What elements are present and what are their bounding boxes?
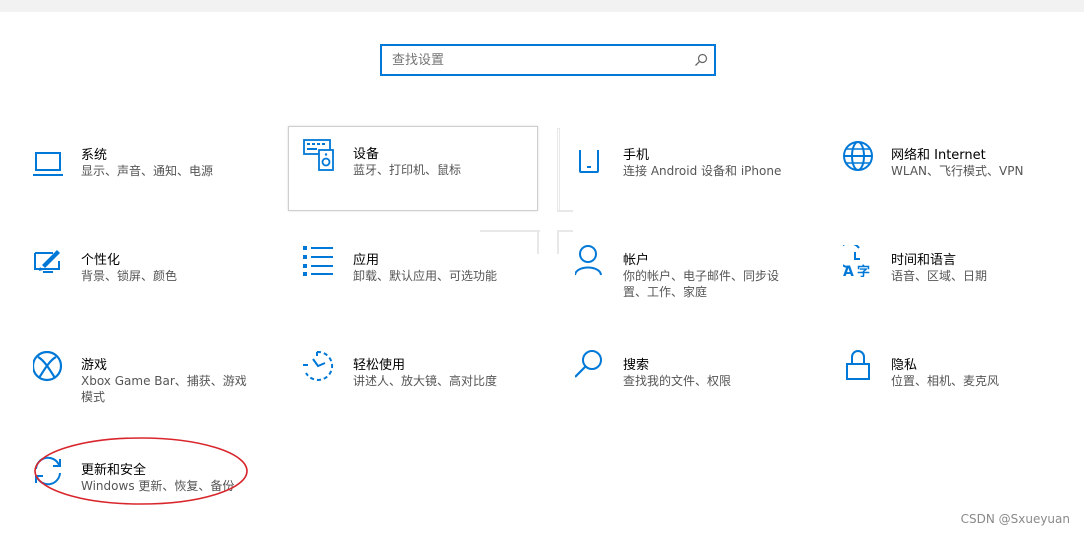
tile-description: 卸载、默认应用、可选功能 — [353, 269, 498, 283]
svg-text:A: A — [843, 264, 854, 277]
tile-description: WLAN、飞行模式、VPN — [891, 164, 1024, 178]
tile-title: 隐私 — [891, 358, 918, 373]
settings-tile-search[interactable]: 搜索 查找我的文件、权限 — [575, 350, 845, 444]
settings-tile-devices[interactable]: 设备 蓝牙、打印机、鼠标 — [288, 126, 538, 211]
svg-text:字: 字 — [857, 264, 870, 277]
keyboard-speaker-icon — [303, 139, 334, 171]
settings-tile-phone[interactable]: 手机 连接 Android 设备和 iPhone — [575, 148, 845, 234]
tile-outline-artifact — [557, 128, 560, 212]
tile-description: 蓝牙、打印机、鼠标 — [353, 163, 462, 177]
laptop-icon — [33, 152, 63, 176]
tile-outline-artifact — [537, 230, 539, 254]
tile-description: 查找我的文件、权限 — [623, 374, 732, 388]
settings-tile-system[interactable]: 系统 显示、声音、通知、电源 — [33, 148, 303, 234]
settings-tile-ease-of-access[interactable]: 轻松使用 讲述人、放大镜、高对比度 — [303, 351, 573, 444]
highlight-annotation-oval — [34, 437, 248, 505]
watermark: CSDN @Sxueyuan — [960, 512, 1070, 526]
tile-title: 时间和语言 — [891, 253, 957, 268]
xbox-icon — [33, 351, 63, 382]
paint-brush-monitor-icon — [34, 250, 60, 273]
settings-tile-time-language[interactable]: A 字 时间和语言 语音、区域、日期 — [843, 245, 1084, 339]
clock-language-icon: A 字 — [843, 245, 870, 277]
settings-tile-gaming[interactable]: 游戏 Xbox Game Bar、捕获、游戏模式 — [33, 351, 303, 444]
search-input[interactable] — [382, 46, 692, 74]
tile-title: 个性化 — [81, 253, 121, 268]
app-list-icon — [303, 246, 333, 276]
tile-description: 背景、锁屏、颜色 — [81, 269, 178, 283]
search-icon — [575, 350, 602, 378]
tile-outline-artifact — [557, 230, 559, 254]
tile-description: 讲述人、放大镜、高对比度 — [353, 374, 498, 388]
tile-description: 语音、区域、日期 — [891, 269, 988, 283]
globe-icon — [843, 141, 873, 171]
tile-outline-artifact — [557, 210, 573, 212]
tile-title: 手机 — [623, 148, 650, 163]
search-icon[interactable] — [694, 53, 708, 67]
settings-tile-accounts[interactable]: 帐户 你的帐户、电子邮件、同步设置、工作、家庭 — [575, 245, 845, 339]
tile-title: 轻松使用 — [353, 358, 406, 373]
tile-description: Xbox Game Bar、捕获、游戏模式 — [81, 374, 247, 404]
title-bar-strip — [0, 0, 1084, 12]
tile-title: 应用 — [353, 253, 380, 268]
tile-title: 帐户 — [623, 253, 650, 268]
tile-outline-artifact — [557, 230, 573, 232]
tile-description: 位置、相机、麦克风 — [891, 374, 1000, 388]
ease-of-access-icon — [303, 351, 334, 381]
lock-icon — [846, 350, 870, 380]
phone-icon — [579, 150, 599, 173]
tile-description: 显示、声音、通知、电源 — [81, 164, 214, 178]
settings-tile-privacy[interactable]: 隐私 位置、相机、麦克风 — [843, 350, 1084, 444]
settings-tile-network[interactable]: 网络和 Internet WLAN、飞行模式、VPN — [843, 141, 1084, 234]
tile-title: 设备 — [353, 147, 380, 162]
person-icon — [575, 245, 602, 276]
settings-tile-personalization[interactable]: 个性化 背景、锁屏、颜色 — [33, 250, 303, 339]
tile-description: 连接 Android 设备和 iPhone — [623, 164, 782, 178]
tile-title: 游戏 — [81, 358, 108, 373]
settings-search-box[interactable] — [380, 44, 716, 76]
tile-title: 系统 — [81, 148, 108, 163]
tile-title: 网络和 Internet — [891, 148, 986, 163]
tile-outline-artifact — [480, 230, 540, 232]
settings-tile-apps[interactable]: 应用 卸载、默认应用、可选功能 — [303, 246, 573, 339]
tile-title: 搜索 — [623, 358, 650, 373]
tile-description: 你的帐户、电子邮件、同步设置、工作、家庭 — [623, 269, 780, 299]
